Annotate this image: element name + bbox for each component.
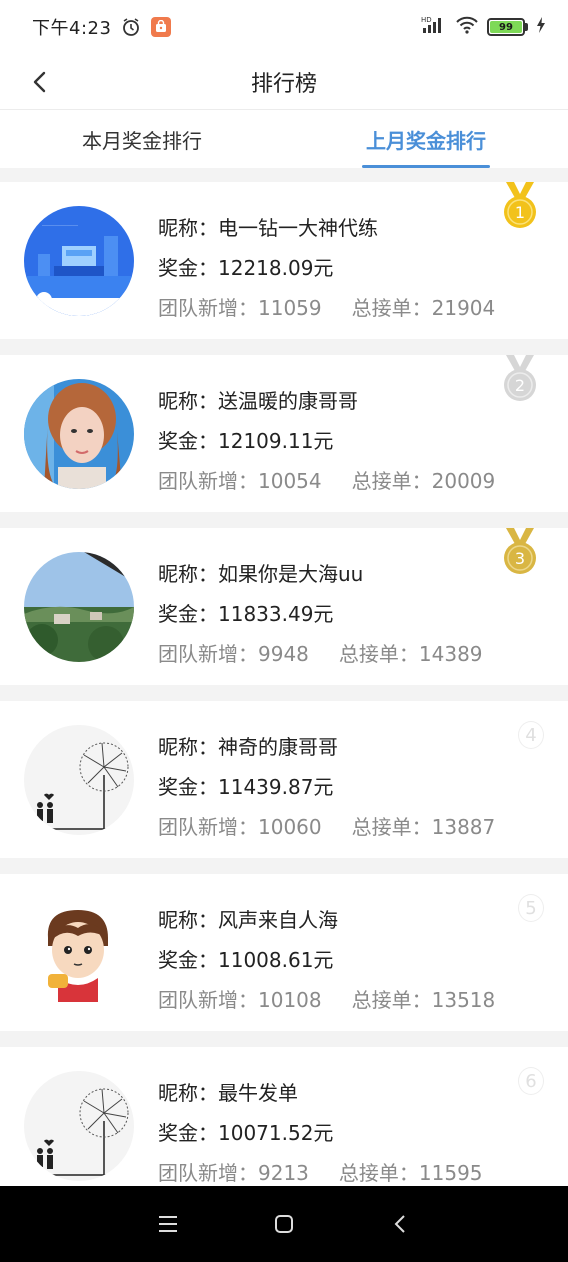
battery-level: 99 (490, 21, 522, 33)
avatar (24, 552, 134, 662)
team-new: 团队新增：9948 (158, 641, 309, 666)
team-new: 团队新增：10108 (158, 987, 322, 1012)
menu-button[interactable] (148, 1204, 188, 1244)
total-orders: 总接单：13518 (351, 987, 496, 1012)
rank-number: 5 (518, 894, 544, 922)
total-orders: 总接单：11595 (338, 1160, 483, 1185)
app-badge-icon (151, 17, 172, 37)
tab-active-indicator (362, 165, 490, 168)
ranking-item[interactable]: 昵称：送温暖的康哥哥 奖金：12109.11元 团队新增：10054 总接单：2… (0, 355, 568, 512)
bronze-medal-icon: 3 (500, 528, 540, 576)
tab-bar: 本月奖金排行 上月奖金排行 (0, 110, 568, 168)
gold-medal-icon: 1 (500, 182, 540, 230)
avatar (24, 898, 134, 1008)
nickname: 昵称：风声来自人海 (158, 907, 338, 932)
tab-this-month[interactable]: 本月奖金排行 (0, 110, 284, 168)
nickname: 昵称：最牛发单 (158, 1080, 298, 1105)
bonus: 奖金：12218.09元 (158, 255, 334, 280)
rank-number: 1 (515, 203, 525, 222)
home-button[interactable] (264, 1204, 304, 1244)
ranking-item[interactable]: 昵称：最牛发单 奖金：10071.52元 团队新增：9213 总接单：11595… (0, 1047, 568, 1204)
tab-label: 本月奖金排行 (82, 128, 202, 153)
status-time: 下午4:23 (32, 18, 112, 39)
nickname: 昵称：电一钻一大神代练 (158, 215, 378, 240)
total-orders: 总接单：13887 (351, 814, 496, 839)
status-bar: 下午4:23 HD 99 (0, 0, 568, 54)
avatar (24, 379, 134, 489)
system-nav-bar (0, 1186, 568, 1262)
charging-icon (536, 16, 546, 38)
hd-signal-icon: HD (421, 15, 447, 39)
back-button[interactable] (22, 64, 58, 100)
bonus: 奖金：11008.61元 (158, 947, 334, 972)
page-title: 排行榜 (250, 71, 317, 97)
team-new: 团队新增：10054 (158, 468, 322, 493)
rank-number: 2 (515, 376, 525, 395)
ranking-item[interactable]: ……………… 昵称：电一钻一大神代练 奖金：12218.09元 团队新增：110… (0, 182, 568, 339)
bonus: 奖金：10071.52元 (158, 1120, 334, 1145)
rank-number: 6 (518, 1067, 544, 1095)
alarm-icon (121, 17, 141, 37)
team-new: 团队新增：11059 (158, 295, 322, 320)
bonus: 奖金：11439.87元 (158, 774, 334, 799)
back-icon (394, 1215, 405, 1233)
menu-icon (159, 1216, 177, 1232)
ranking-list: ……………… 昵称：电一钻一大神代练 奖金：12218.09元 团队新增：110… (0, 182, 568, 1220)
bonus: 奖金：11833.49元 (158, 601, 334, 626)
team-new: 团队新增：10060 (158, 814, 322, 839)
ranking-item[interactable]: 昵称：风声来自人海 奖金：11008.61元 团队新增：10108 总接单：13… (0, 874, 568, 1031)
nickname: 昵称：神奇的康哥哥 (158, 734, 338, 759)
svg-text:………………: ……………… (42, 221, 78, 228)
nickname: 昵称：送温暖的康哥哥 (158, 388, 358, 413)
silver-medal-icon: 2 (500, 355, 540, 403)
total-orders: 总接单：14389 (338, 641, 483, 666)
system-back-button[interactable] (380, 1204, 420, 1244)
tab-last-month[interactable]: 上月奖金排行 (284, 110, 568, 168)
nickname: 昵称：如果你是大海uu (158, 561, 364, 586)
rank-number: 3 (515, 549, 525, 568)
chevron-left-icon (33, 71, 46, 93)
tab-label: 上月奖金排行 (366, 128, 486, 153)
battery-icon: 99 (487, 18, 528, 36)
total-orders: 总接单：21904 (351, 295, 496, 320)
avatar (24, 1071, 134, 1181)
team-new: 团队新增：9213 (158, 1160, 309, 1185)
total-orders: 总接单：20009 (351, 468, 496, 493)
ranking-item[interactable]: 昵称：神奇的康哥哥 奖金：11439.87元 团队新增：10060 总接单：13… (0, 701, 568, 858)
avatar (24, 725, 134, 835)
wifi-icon (455, 15, 479, 39)
rank-number: 4 (518, 721, 544, 749)
home-icon (275, 1215, 293, 1233)
avatar: ……………… (24, 206, 134, 316)
header: 排行榜 (0, 54, 568, 110)
svg-text:HD: HD (421, 16, 432, 24)
bonus: 奖金：12109.11元 (158, 428, 334, 453)
ranking-item[interactable]: 昵称：如果你是大海uu 奖金：11833.49元 团队新增：9948 总接单：1… (0, 528, 568, 685)
